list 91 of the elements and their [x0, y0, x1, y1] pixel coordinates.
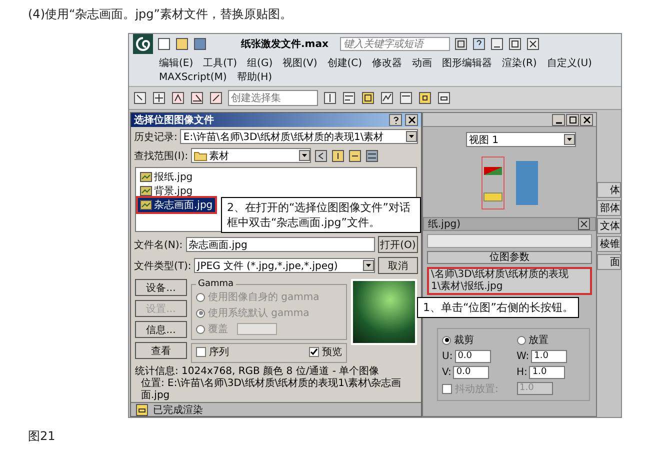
file-name-field[interactable]: 杂志画面.jpg: [186, 237, 375, 252]
callout-text: 2、在打开的“选择位图图像文件”对话框中双击“杂志画面.jpg”文件。: [221, 197, 421, 233]
open-button[interactable]: 打开(O): [378, 236, 418, 253]
look-in-dropdown[interactable]: 素材: [191, 148, 312, 163]
selection-set-field[interactable]: 创建选择集: [228, 90, 318, 106]
back-icon[interactable]: [314, 148, 328, 162]
map-title: 纸.jpg): [428, 218, 461, 231]
field-label: W:: [516, 351, 530, 362]
command-button[interactable]: 部体: [597, 200, 621, 216]
option-label: 放置: [528, 334, 548, 347]
option-label: 使用图像自身的 gamma: [208, 291, 320, 304]
help-button[interactable]: [389, 114, 402, 126]
viewport-dropdown[interactable]: 视图 1: [466, 132, 576, 147]
maximize-button[interactable]: [566, 114, 579, 126]
file-item[interactable]: 杂志画面.jpg: [138, 198, 215, 212]
close-icon[interactable]: [526, 37, 540, 51]
close-button[interactable]: [405, 114, 418, 126]
checkbox[interactable]: [309, 347, 319, 357]
radio-button[interactable]: [516, 336, 526, 344]
select-icon[interactable]: [133, 91, 147, 105]
callout-text: 1、单击“位图”右侧的长按钮。: [417, 297, 580, 318]
minimize-icon[interactable]: [490, 37, 504, 51]
help-icon: [392, 116, 400, 124]
menu-item[interactable]: 自定义(U): [546, 56, 592, 70]
file-item[interactable]: 背景.jpg: [138, 184, 195, 198]
photo-placeholder: [351, 279, 417, 345]
figure-caption: 图21: [28, 428, 56, 445]
option-label: 裁剪: [454, 334, 474, 347]
command-button[interactable]: 面: [597, 254, 621, 270]
rollout-header[interactable]: 位图参数: [427, 251, 592, 264]
minimize-button[interactable]: [552, 114, 565, 126]
menu-item[interactable]: MAXScript(M): [159, 70, 227, 84]
maximize-icon: [568, 116, 576, 124]
bitmap-path-button[interactable]: \名师\3D\纸材质\纸材质的表现1\素材\报纸.jpg: [427, 267, 592, 295]
number-field[interactable]: 1.0: [531, 350, 568, 363]
command-button[interactable]: 棱锥: [597, 236, 621, 252]
menu-item[interactable]: 渲染(R): [502, 56, 537, 70]
menu-item[interactable]: 工具(T): [203, 56, 238, 70]
name-field[interactable]: [427, 234, 592, 248]
close-icon[interactable]: [577, 217, 591, 231]
history-dropdown[interactable]: E:\许苗\名师\3D\纸材质\纸材质的表现1\素材: [180, 129, 418, 144]
close-button[interactable]: [580, 114, 593, 126]
command-button[interactable]: 体: [597, 182, 621, 198]
number-field[interactable]: 0.0: [454, 350, 491, 363]
close-icon: [408, 116, 416, 124]
menu-item[interactable]: 编辑(E): [159, 56, 194, 70]
menu-item[interactable]: 修改器: [372, 56, 402, 70]
field-label: 查找范围(I):: [134, 150, 188, 162]
app-logo-icon[interactable]: [133, 34, 153, 54]
menu-item[interactable]: 动画: [412, 56, 432, 70]
checkbox[interactable]: [196, 347, 206, 357]
field-label: 历史记录:: [134, 130, 178, 144]
group-title: Gamma: [197, 279, 235, 289]
window-title: 纸张激发文件.max: [241, 38, 328, 51]
location-text: 位置: E:\许苗\名师\3D\纸材质\纸材质的表现1\素材\杂志画面.jpg: [140, 378, 402, 402]
number-field[interactable]: 1.0: [529, 366, 566, 379]
radio-button[interactable]: [442, 336, 451, 344]
image-file-icon: [140, 172, 152, 182]
field-label: 文件名(N):: [134, 238, 183, 252]
dialog-title: 选择位图图像文件: [134, 114, 215, 127]
option-label: 使用系统默认 gamma: [208, 306, 310, 320]
dialog-button[interactable]: 设备...: [135, 279, 187, 296]
menu-item[interactable]: 图形编辑器: [442, 56, 492, 70]
menu-item[interactable]: 帮助(H): [236, 70, 272, 84]
menu-item[interactable]: 创建(C): [327, 56, 362, 70]
help-icon[interactable]: [472, 37, 486, 51]
dialog-button[interactable]: 信息...: [135, 321, 187, 338]
cancel-button[interactable]: 取消: [378, 257, 418, 274]
image-file-icon: [140, 186, 152, 196]
search-field[interactable]: 键入关键字或短语: [340, 37, 450, 51]
maximize-icon[interactable]: [508, 37, 522, 51]
file-item[interactable]: 报纸.jpg: [138, 170, 195, 184]
command-button[interactable]: 文体: [597, 218, 621, 234]
number-field[interactable]: 0.0: [453, 366, 490, 379]
menu-item[interactable]: 组(G): [247, 56, 273, 70]
menu-item[interactable]: 视图(V): [282, 56, 318, 70]
heading-text: (4)使用“杂志画面。jpg”素材文件，替换原贴图。: [28, 6, 293, 23]
field-label: 文件类型(T):: [134, 260, 192, 272]
field-label: U:: [442, 351, 453, 362]
checkbox-label: 预览: [322, 346, 342, 359]
stats-text: 统计信息: 1024x768, RGB 颜色 8 位/通道 - 单个图像: [134, 366, 380, 378]
field-label: H:: [516, 367, 528, 378]
field-label: V:: [442, 367, 452, 378]
image-file-icon: [140, 200, 152, 210]
checkbox-label: 序列: [209, 346, 229, 359]
option-label: 覆盖: [208, 322, 228, 336]
file-type-dropdown[interactable]: JPEG 文件 (*.jpg,*.jpe,*.jpeg): [194, 258, 375, 273]
dialog-button[interactable]: 查看: [135, 342, 187, 359]
status-text: 已完成渲染: [153, 404, 203, 416]
move-icon[interactable]: [152, 91, 166, 105]
close-icon: [582, 116, 590, 124]
